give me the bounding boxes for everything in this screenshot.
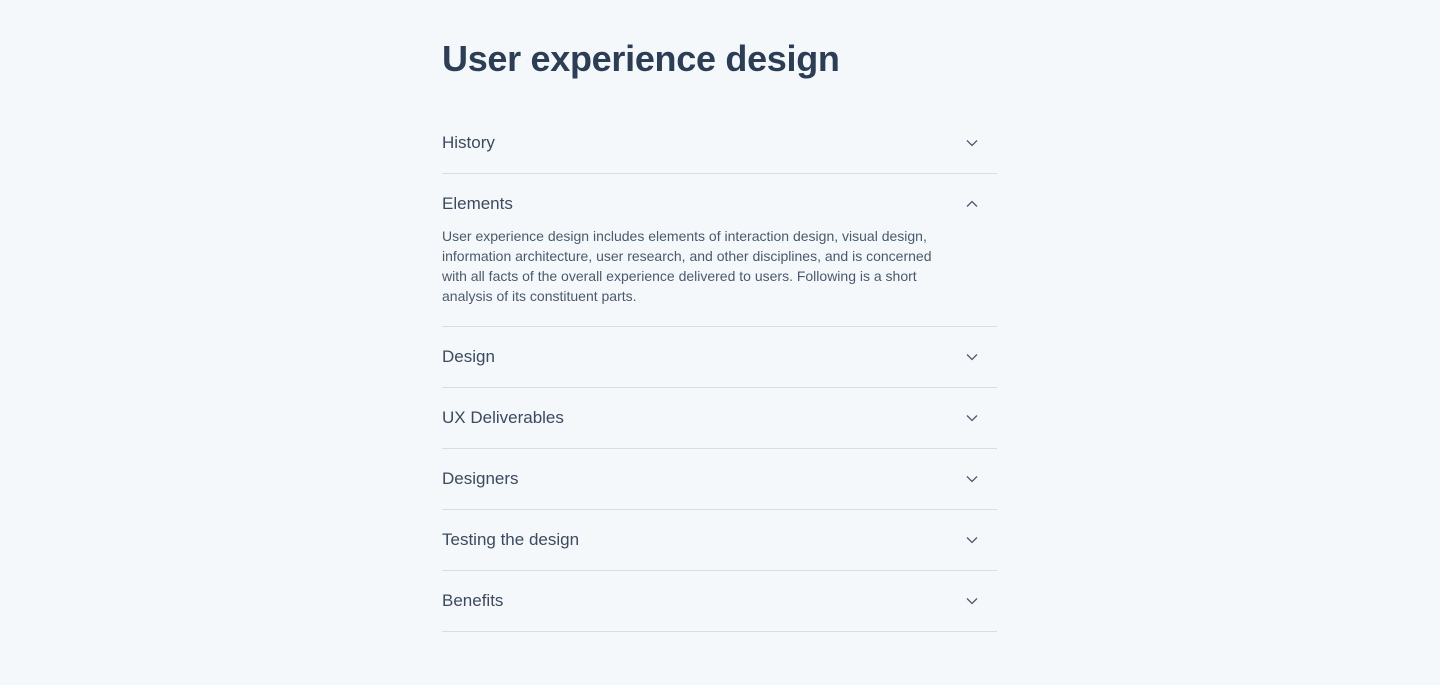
accordion-header-designers[interactable]: Designers	[442, 449, 997, 509]
chevron-down-icon	[966, 351, 978, 363]
accordion-item-design: Design	[442, 327, 997, 388]
chevron-down-icon	[966, 595, 978, 607]
accordion-label: Design	[442, 347, 495, 366]
accordion-label: History	[442, 133, 495, 152]
accordion-label: Testing the design	[442, 530, 580, 549]
accordion-content-elements: User experience design includes elements…	[442, 228, 932, 304]
accordion-item-history: History	[442, 113, 997, 174]
accordion-header-testing-the-design[interactable]: Testing the design	[442, 510, 997, 570]
accordion-header-benefits[interactable]: Benefits	[442, 571, 997, 631]
accordion: History Elements User experience design …	[442, 113, 997, 632]
accordion-header-design[interactable]: Design	[442, 327, 997, 387]
chevron-up-icon	[966, 198, 978, 210]
accordion-item-designers: Designers	[442, 449, 997, 510]
accordion-header-elements[interactable]: Elements	[442, 174, 997, 234]
accordion-item-benefits: Benefits	[442, 571, 997, 632]
accordion-label: Benefits	[442, 591, 504, 610]
chevron-down-icon	[966, 137, 978, 149]
chevron-down-icon	[966, 412, 978, 424]
accordion-label: Designers	[442, 469, 519, 488]
accordion-item-ux-deliverables: UX Deliverables	[442, 388, 997, 449]
chevron-down-icon	[966, 473, 978, 485]
accordion-item-testing-the-design: Testing the design	[442, 510, 997, 571]
accordion-label: UX Deliverables	[442, 408, 564, 427]
page-title: User experience design	[442, 38, 840, 79]
accordion-header-ux-deliverables[interactable]: UX Deliverables	[442, 388, 997, 448]
chevron-down-icon	[966, 534, 978, 546]
accordion-item-elements: Elements User experience design includes…	[442, 174, 997, 327]
accordion-label: Elements	[442, 194, 513, 213]
accordion-header-history[interactable]: History	[442, 113, 997, 173]
